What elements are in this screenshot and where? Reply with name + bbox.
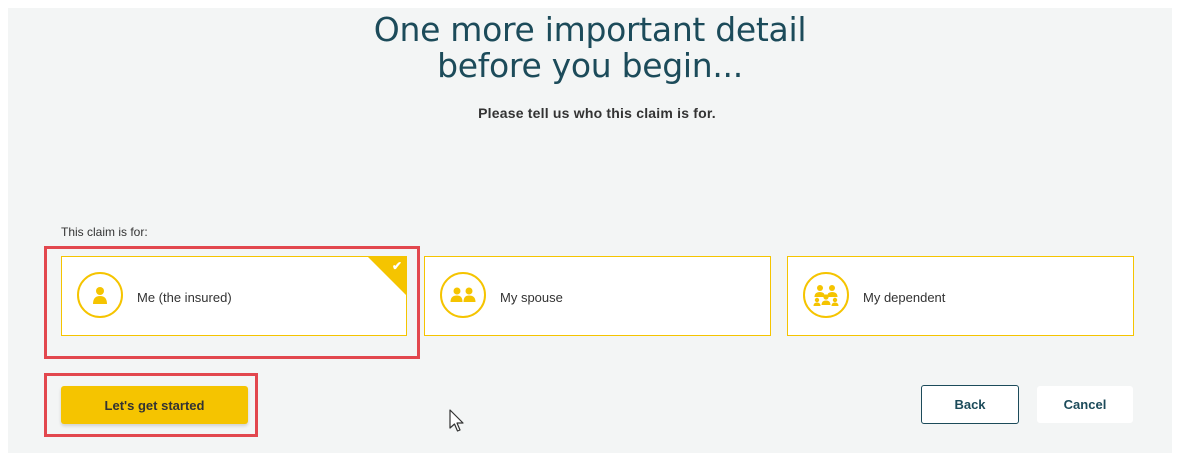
claim-for-label: This claim is for: — [61, 225, 148, 239]
cancel-button[interactable]: Cancel — [1037, 386, 1133, 423]
check-icon: ✔ — [391, 259, 402, 273]
option-label: My dependent — [863, 290, 946, 305]
back-button[interactable]: Back — [921, 385, 1019, 424]
family-icon — [813, 285, 839, 306]
person-icon-circle — [77, 272, 123, 318]
family-icon-circle — [803, 272, 849, 318]
lets-get-started-button[interactable]: Let's get started — [61, 386, 248, 424]
option-my-dependent[interactable]: My dependent — [787, 256, 1134, 336]
person-icon — [93, 287, 107, 304]
page-subtitle: Please tell us who this claim is for. — [478, 105, 716, 121]
mouse-cursor-icon — [449, 409, 464, 432]
page-title-line-1: One more important detail — [373, 10, 807, 49]
couple-icon — [450, 287, 476, 302]
couple-icon-circle — [440, 272, 486, 318]
page-title-line-2: before you begin... — [437, 46, 743, 85]
option-me-insured[interactable]: Me (the insured) ✔ — [61, 256, 407, 336]
page-title: One more important detail before you beg… — [0, 12, 1180, 84]
option-label: My spouse — [500, 290, 563, 305]
option-label: Me (the insured) — [137, 290, 232, 305]
option-my-spouse[interactable]: My spouse — [424, 256, 771, 336]
